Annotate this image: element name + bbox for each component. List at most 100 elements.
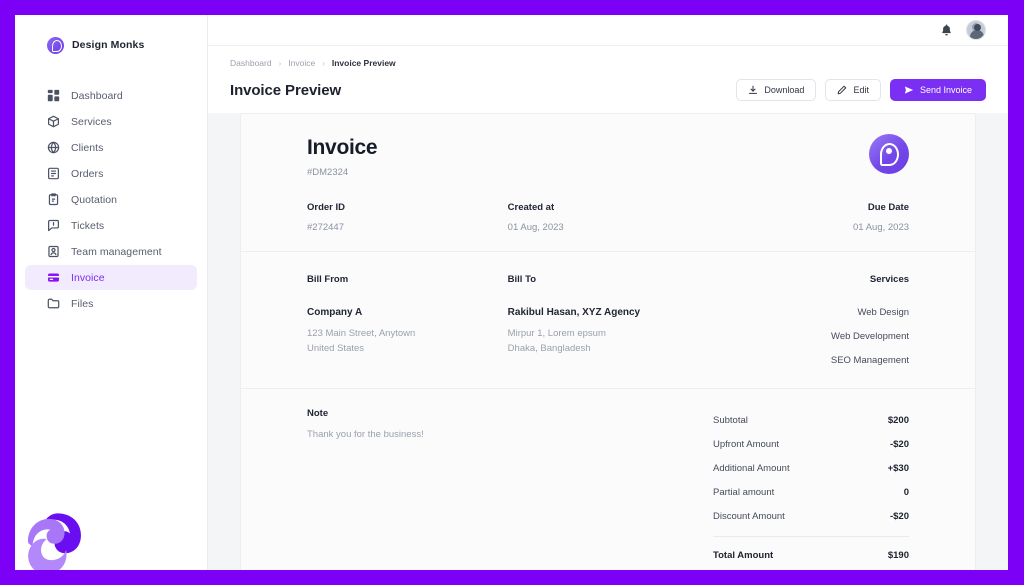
- sidebar-item-label: Quotation: [71, 193, 117, 206]
- breadcrumb-separator-icon: ›: [322, 58, 325, 68]
- note-text: Thank you for the business!: [307, 429, 424, 440]
- order-id-value: #272447: [307, 222, 344, 233]
- bill-to-block: Bill To Rakibul Hasan, XYZ Agency Mirpur…: [508, 274, 709, 366]
- upfront-amount-value: -$20: [889, 438, 909, 450]
- download-icon: [748, 85, 758, 95]
- service-item: SEO Management: [830, 355, 910, 366]
- box-icon: [47, 115, 60, 128]
- folder-icon: [47, 297, 60, 310]
- total-amount-value: $190: [887, 549, 909, 561]
- bill-from-address-line2: United States: [307, 342, 365, 354]
- sidebar-item-label: Services: [71, 115, 112, 128]
- sidebar: Design Monks Dashboard Services Clients …: [15, 15, 208, 570]
- breadcrumb-item-invoice[interactable]: Invoice: [288, 58, 315, 68]
- sidebar-item-label: Dashboard: [71, 89, 123, 102]
- send-invoice-button[interactable]: Send Invoice: [889, 79, 986, 101]
- invoice-number: #DM2324: [307, 167, 349, 178]
- sidebar-item-files[interactable]: Files: [25, 291, 197, 316]
- grid-icon: [47, 89, 60, 102]
- breadcrumb-item-invoice-preview: Invoice Preview: [331, 58, 396, 68]
- sidebar-item-label: Team management: [71, 245, 162, 258]
- bill-from-name: Company A: [307, 307, 363, 318]
- sidebar-item-quotation[interactable]: Quotation: [25, 187, 197, 212]
- subtotal-value: $200: [887, 414, 909, 426]
- order-id-label: Order ID: [307, 202, 346, 213]
- download-button[interactable]: Download: [736, 79, 817, 101]
- bill-from-address-line1: 123 Main Street, Anytown: [307, 328, 416, 339]
- sidebar-item-orders[interactable]: Orders: [25, 161, 197, 186]
- send-invoice-button-label: Send Invoice: [919, 85, 972, 95]
- total-row: Subtotal $200: [713, 408, 909, 432]
- services-label: Services: [869, 274, 910, 285]
- bill-from-block: Bill From Company A 123 Main Street, Any…: [307, 274, 508, 366]
- globe-icon: [47, 141, 60, 154]
- note-block: Note Thank you for the business!: [307, 408, 693, 567]
- bill-from-label: Bill From: [307, 274, 349, 285]
- created-at-value: 01 Aug, 2023: [507, 222, 564, 233]
- total-row: Discount Amount -$20: [713, 504, 909, 528]
- sidebar-nav: Dashboard Services Clients Orders Quotat…: [15, 83, 207, 316]
- partial-amount-label: Partial amount: [713, 486, 775, 498]
- avatar[interactable]: [966, 20, 986, 40]
- download-button-label: Download: [764, 85, 805, 95]
- additional-amount-label: Additional Amount: [713, 462, 790, 474]
- due-date-label: Due Date: [867, 202, 910, 213]
- total-row: Additional Amount +$30: [713, 456, 909, 480]
- action-buttons: Download Edit Send Invoice: [736, 79, 986, 101]
- design-monks-logo-icon: [47, 36, 64, 54]
- bell-icon[interactable]: [940, 23, 953, 37]
- total-row: Upfront Amount -$20: [713, 432, 909, 456]
- breadcrumb-separator-icon: ›: [278, 58, 282, 68]
- invoice-brand-logo-icon: [869, 134, 909, 174]
- total-row: Partial amount 0: [713, 480, 909, 504]
- sidebar-item-invoice[interactable]: Invoice: [25, 265, 197, 290]
- total-amount-row: Total Amount $190: [713, 543, 909, 567]
- due-date-field: Due Date 01 Aug, 2023: [708, 202, 909, 233]
- service-item: Web Development: [831, 331, 910, 342]
- bill-to-address-line2: Dhaka, Bangladesh: [507, 342, 591, 354]
- purple-page-frame: Design Monks Dashboard Services Clients …: [0, 0, 1024, 585]
- design-monks-watermark-icon: [17, 504, 95, 570]
- edit-button-label: Edit: [853, 85, 869, 95]
- sidebar-item-label: Clients: [71, 141, 104, 154]
- sidebar-item-label: Orders: [71, 167, 104, 180]
- page-header: Dashboard › Invoice › Invoice Preview In…: [208, 46, 1008, 113]
- order-id-field: Order ID #272447: [307, 202, 508, 233]
- sidebar-item-label: Files: [71, 297, 94, 310]
- message-icon: [47, 219, 60, 232]
- sidebar-item-clients[interactable]: Clients: [25, 135, 197, 160]
- invoice-card: Invoice #DM2324 Order ID #272447 Created…: [240, 113, 976, 570]
- sidebar-item-dashboard[interactable]: Dashboard: [25, 83, 197, 108]
- totals-block: Subtotal $200 Upfront Amount -$20 Additi…: [713, 408, 909, 567]
- breadcrumb: Dashboard › Invoice › Invoice Preview: [230, 56, 986, 70]
- invoice-header: Invoice #DM2324 Order ID #272447 Created…: [241, 114, 975, 251]
- pencil-icon: [837, 85, 847, 95]
- totals-divider: [713, 536, 909, 537]
- service-item: Web Design: [857, 307, 910, 318]
- sidebar-item-tickets[interactable]: Tickets: [25, 213, 197, 238]
- created-at-field: Created at 01 Aug, 2023: [508, 202, 709, 233]
- bill-to-address-line1: Mirpur 1, Lorem epsum: [507, 328, 606, 339]
- edit-button[interactable]: Edit: [825, 79, 881, 101]
- title-row: Invoice Preview Download Edit Send Invoi…: [230, 79, 986, 113]
- sidebar-item-label: Tickets: [71, 219, 105, 232]
- partial-amount-value: 0: [903, 486, 909, 498]
- invoice-meta-row: Order ID #272447 Created at 01 Aug, 2023…: [307, 202, 909, 233]
- invoice-summary: Note Thank you for the business! Subtota…: [241, 389, 975, 567]
- brand-logo[interactable]: Design Monks: [15, 24, 207, 60]
- send-icon: [904, 85, 914, 95]
- sidebar-item-services[interactable]: Services: [25, 109, 197, 134]
- total-amount-label: Total Amount: [713, 549, 774, 561]
- breadcrumb-item-dashboard[interactable]: Dashboard: [230, 58, 272, 68]
- topbar: [208, 15, 1008, 46]
- sidebar-item-team-management[interactable]: Team management: [25, 239, 197, 264]
- list-icon: [47, 167, 60, 180]
- invoice-parties: Bill From Company A 123 Main Street, Any…: [241, 252, 975, 388]
- sidebar-item-label: Invoice: [71, 271, 105, 284]
- credit-card-icon: [47, 271, 60, 284]
- note-label: Note: [307, 408, 329, 419]
- subtotal-label: Subtotal: [713, 414, 748, 426]
- invoice-title: Invoice: [307, 136, 378, 159]
- services-block: Services Web Design Web Development SEO …: [708, 274, 909, 366]
- due-date-value: 01 Aug, 2023: [853, 222, 910, 233]
